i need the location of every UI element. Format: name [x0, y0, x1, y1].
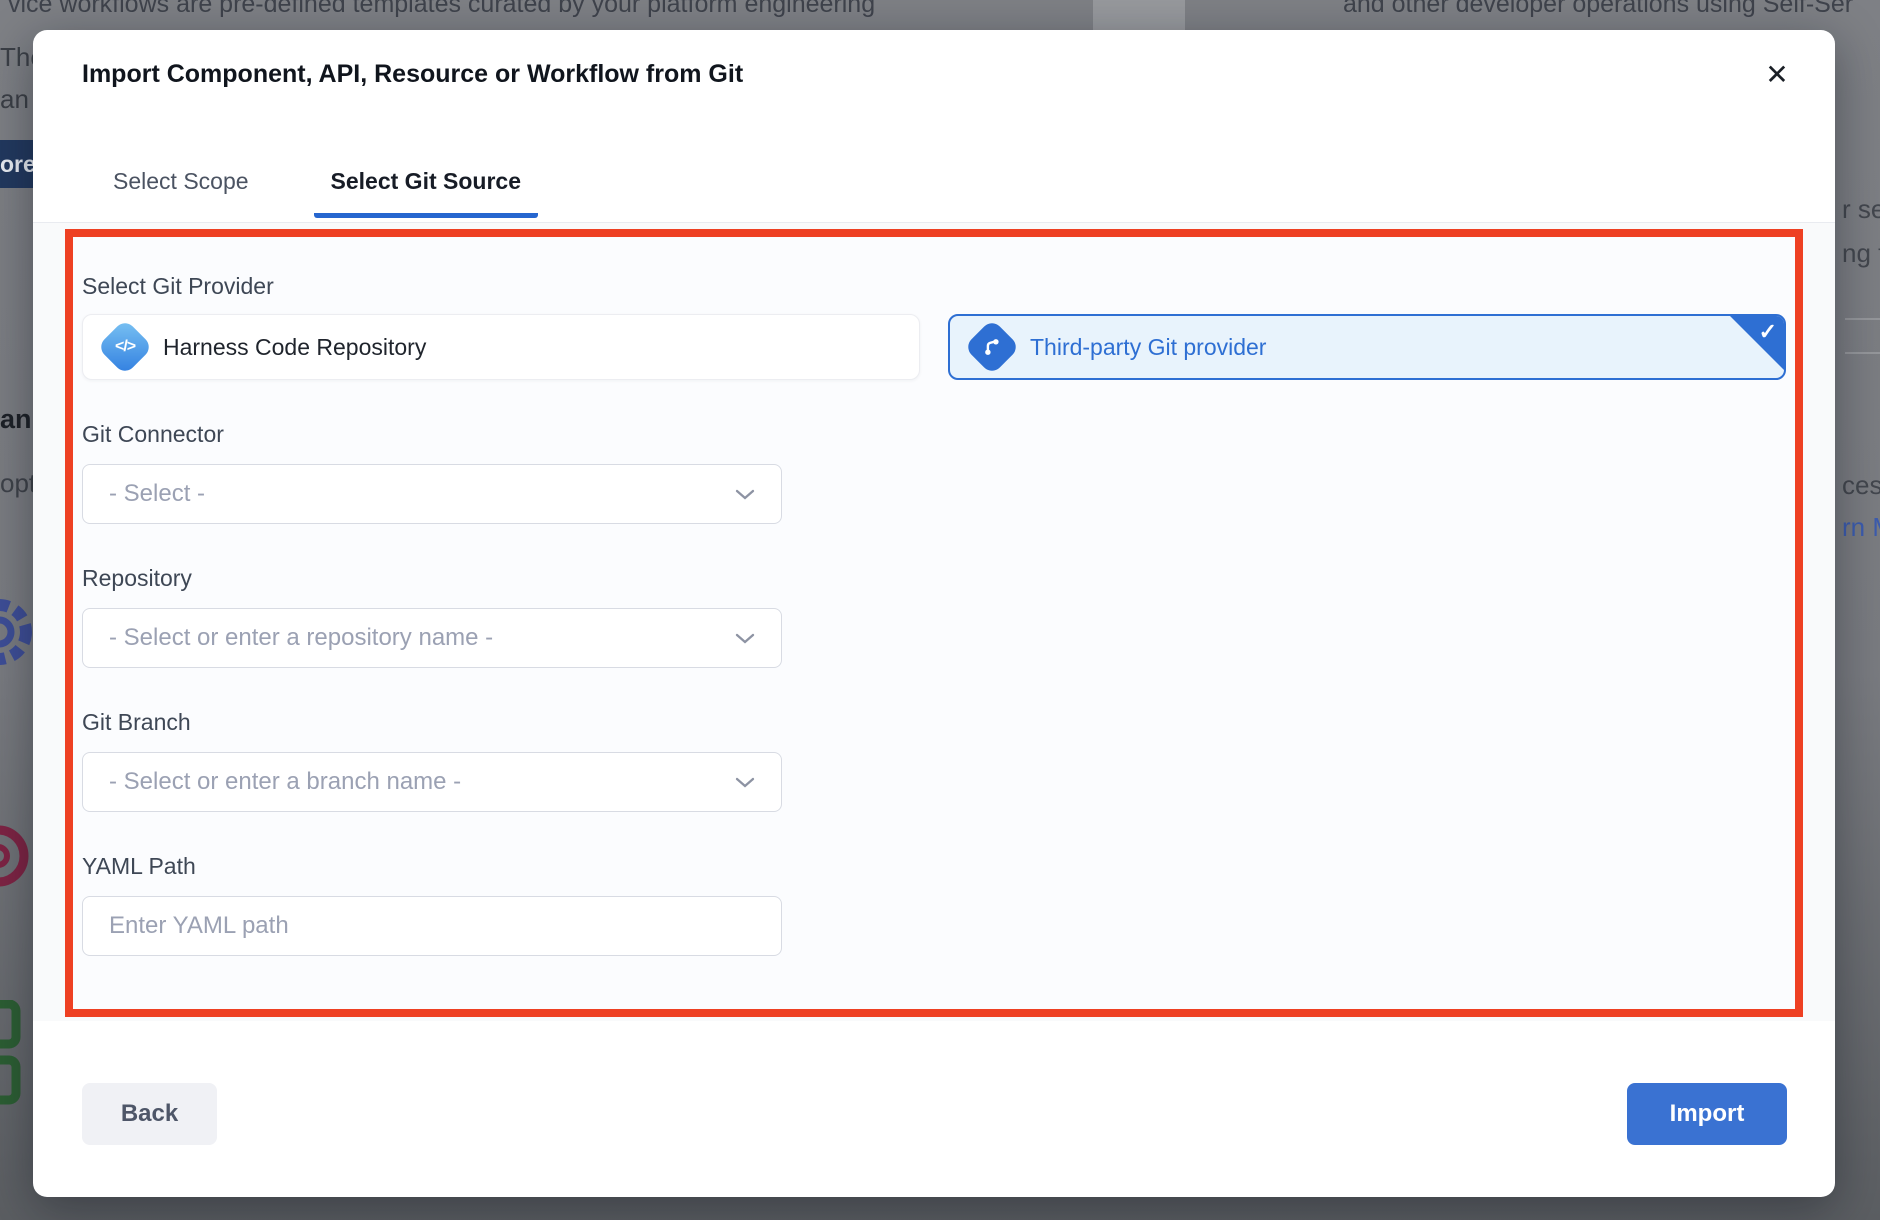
backdrop-panel-gap [1093, 0, 1185, 30]
modal-title: Import Component, API, Resource or Workf… [82, 60, 743, 89]
stacked-squares-icon [0, 1000, 30, 1110]
yaml-path-input[interactable] [82, 896, 782, 956]
backdrop-fragment-ngt: ng t [1842, 238, 1880, 269]
backdrop-fragment-ces: ces, [1842, 470, 1880, 501]
yaml-path-label: YAML Path [82, 853, 196, 880]
backdrop-fragment-an: an [0, 84, 29, 115]
repository-placeholder: - Select or enter a repository name - [109, 624, 493, 652]
provider-card-label: Third-party Git provider [1030, 334, 1266, 361]
tab-select-scope[interactable]: Select Scope [96, 158, 266, 218]
backdrop-fragment-opt: opt [0, 468, 36, 499]
import-from-git-modal: Import Component, API, Resource or Workf… [33, 30, 1835, 1197]
chevron-down-icon [735, 777, 755, 788]
provider-card-label: Harness Code Repository [163, 334, 426, 361]
git-branch-placeholder: - Select or enter a branch name - [109, 768, 461, 796]
backdrop-fragment-bold-an: an [0, 404, 32, 435]
backdrop-row-line [1845, 352, 1880, 354]
backdrop-text-top-right: and other developer operations using Sel… [1343, 0, 1853, 19]
git-branch-label: Git Branch [82, 709, 191, 736]
chevron-down-icon [735, 489, 755, 500]
provider-card-third-party-git[interactable]: Third-party Git provider ✓ [948, 314, 1786, 380]
tab-select-git-source[interactable]: Select Git Source [314, 158, 538, 218]
check-icon: ✓ [1759, 319, 1777, 345]
git-connector-label: Git Connector [82, 421, 224, 448]
repository-select[interactable]: - Select or enter a repository name - [82, 608, 782, 668]
provider-card-harness-code[interactable]: </> Harness Code Repository [82, 314, 920, 380]
git-branch-select[interactable]: - Select or enter a branch name - [82, 752, 782, 812]
backdrop-text-top-left: vice workflows are pre-defined templates… [8, 0, 875, 19]
selected-corner [1728, 314, 1786, 372]
close-icon[interactable]: ✕ [1755, 52, 1799, 96]
back-button[interactable]: Back [82, 1083, 217, 1145]
git-provider-label: Select Git Provider [82, 273, 274, 300]
backdrop-fragment-sel: r sel [1842, 194, 1880, 225]
git-connector-select[interactable]: - Select - [82, 464, 782, 524]
repository-label: Repository [82, 565, 192, 592]
modal-tabs: Select Scope Select Git Source [96, 158, 538, 218]
import-button[interactable]: Import [1627, 1083, 1787, 1145]
backdrop-row-line [1845, 318, 1880, 320]
chevron-down-icon [735, 633, 755, 644]
backdrop-fragment-learn-more-link: rn M [1842, 512, 1880, 543]
git-branch-icon [964, 319, 1021, 376]
code-icon: </> [97, 319, 154, 376]
git-connector-placeholder: - Select - [109, 480, 205, 508]
